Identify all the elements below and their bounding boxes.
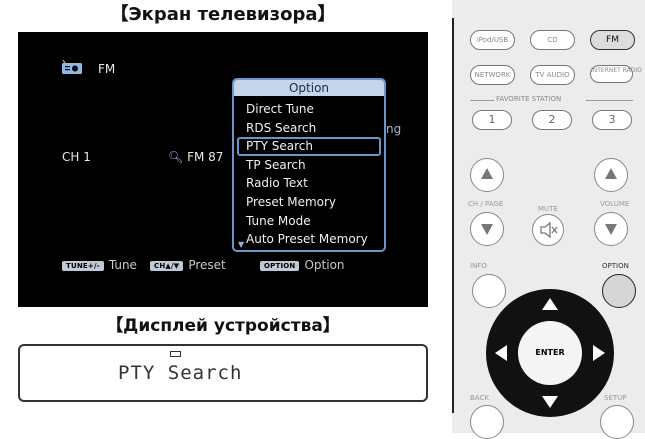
option-button-label: OPTION bbox=[602, 262, 629, 270]
ch-page-up-button[interactable] bbox=[470, 158, 504, 192]
volume-up-button[interactable] bbox=[594, 158, 628, 192]
overflow-text: ng bbox=[386, 122, 402, 136]
scroll-down-icon[interactable]: ▼ bbox=[238, 240, 244, 249]
option-popup-title: Option bbox=[234, 80, 384, 96]
device-display-text: PTY Search bbox=[118, 362, 243, 384]
back-button[interactable] bbox=[470, 405, 504, 439]
device-display: PTY Search bbox=[18, 344, 428, 402]
menu-item-pty-search[interactable]: PTY Search bbox=[237, 137, 381, 156]
channel-label: CH 1 bbox=[62, 150, 91, 164]
remote-edge bbox=[452, 18, 454, 413]
option-label: Option bbox=[304, 258, 345, 272]
internet-radio-button[interactable]: INTERNET RADIO bbox=[590, 65, 642, 83]
menu-item-radio-text[interactable]: Radio Text bbox=[237, 174, 381, 193]
option-key-badge: OPTION bbox=[260, 260, 300, 271]
divider bbox=[586, 100, 633, 101]
back-label: BACK bbox=[470, 394, 489, 402]
favorite-3-button[interactable]: 3 bbox=[592, 110, 632, 130]
tv-audio-button[interactable]: TV AUDIO bbox=[530, 65, 575, 85]
favorite-2-button[interactable]: 2 bbox=[532, 110, 572, 130]
arrow-left-icon[interactable] bbox=[495, 345, 507, 361]
frequency-value: FM 87 bbox=[187, 150, 224, 164]
arrow-down-icon[interactable] bbox=[542, 396, 558, 408]
frequency-label: 🔍︎ FM 87 bbox=[168, 150, 223, 164]
preset-key-badge: CH▲/▼ bbox=[150, 260, 184, 271]
option-menu: Direct Tune RDS Search PTY Search TP Sea… bbox=[234, 96, 384, 249]
enter-button[interactable]: ENTER bbox=[518, 321, 582, 385]
mute-button[interactable] bbox=[532, 214, 564, 246]
footer-tune: TUNE+/- Tune bbox=[62, 258, 137, 272]
arrow-up-icon[interactable] bbox=[542, 298, 558, 310]
info-label: INFO bbox=[470, 262, 487, 270]
menu-item-rds-search[interactable]: RDS Search bbox=[237, 119, 381, 138]
tv-screen-title: 【Экран телевизора】 bbox=[110, 4, 336, 25]
mute-label: MUTE bbox=[538, 205, 558, 213]
favorite-1-button[interactable]: 1 bbox=[472, 110, 512, 130]
setup-button[interactable] bbox=[600, 405, 634, 439]
footer-option: OPTION Option bbox=[260, 258, 345, 272]
menu-item-auto-preset-memory[interactable]: Auto Preset Memory bbox=[237, 230, 381, 249]
preset-label: Preset bbox=[188, 258, 226, 272]
remote-control: iPod/USB CD FM NETWORK TV AUDIO INTERNET… bbox=[452, 0, 645, 439]
tune-key-badge: TUNE+/- bbox=[62, 260, 104, 271]
fm-button[interactable]: FM bbox=[590, 30, 635, 50]
tune-label: Tune bbox=[108, 258, 137, 272]
antenna-icon: 🔍︎ bbox=[168, 150, 184, 164]
ch-page-down-button[interactable] bbox=[470, 212, 504, 246]
favorite-station-label: FAVORITE STATION bbox=[496, 95, 562, 103]
ch-page-label: CH / PAGE bbox=[468, 200, 504, 208]
menu-item-direct-tune[interactable]: Direct Tune bbox=[237, 100, 381, 119]
mute-icon bbox=[540, 221, 558, 239]
tv-screen: FM CH 1 🔍︎ FM 87 ng Option Direct Tune R… bbox=[18, 32, 428, 307]
arrow-right-icon[interactable] bbox=[593, 345, 605, 361]
device-display-title: 【Дисплей устройства】 bbox=[106, 316, 340, 336]
network-button[interactable]: NETWORK bbox=[470, 65, 515, 85]
menu-item-tp-search[interactable]: TP Search bbox=[237, 156, 381, 175]
volume-down-button[interactable] bbox=[594, 212, 628, 246]
footer-preset: CH▲/▼ Preset bbox=[150, 258, 226, 272]
radio-icon bbox=[62, 60, 82, 74]
divider bbox=[470, 100, 494, 101]
menu-item-preset-memory[interactable]: Preset Memory bbox=[237, 193, 381, 212]
cd-button[interactable]: CD bbox=[530, 30, 575, 50]
ipod-usb-button[interactable]: iPod/USB bbox=[470, 30, 515, 50]
volume-label: VOLUME bbox=[600, 200, 630, 208]
source-label: FM bbox=[98, 62, 116, 76]
option-popup: Option Direct Tune RDS Search PTY Search… bbox=[232, 78, 386, 252]
menu-item-tune-mode[interactable]: Tune Mode bbox=[237, 212, 381, 231]
indicator-icon bbox=[170, 351, 181, 357]
setup-label: SETUP bbox=[604, 394, 627, 402]
